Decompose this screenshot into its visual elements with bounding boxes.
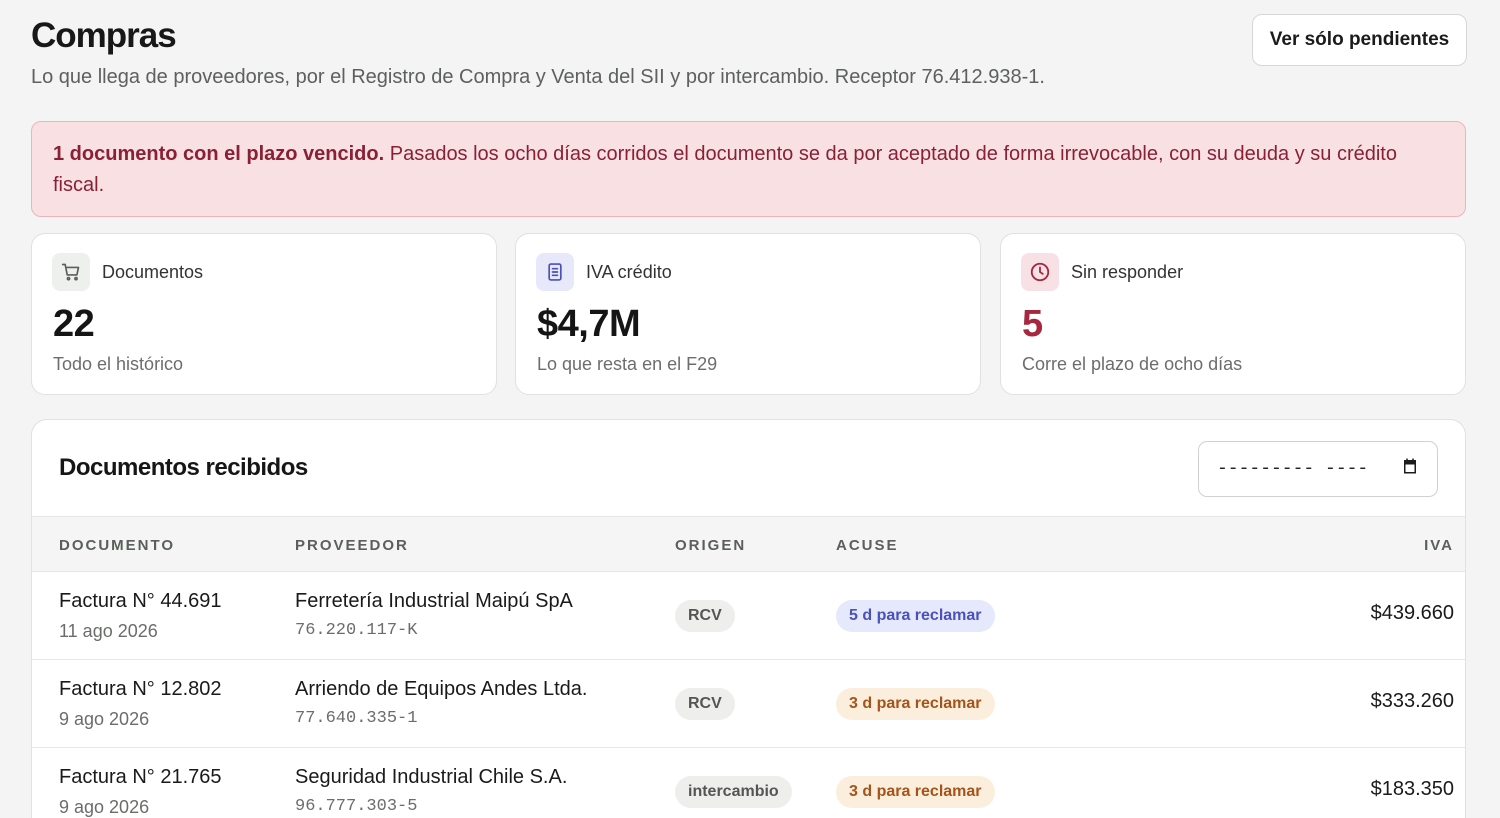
stat-card-pending: Sin responder 5 Corre el plazo de ocho d… [1000, 233, 1466, 395]
iva-amount: $439.660 [1370, 602, 1454, 624]
page-subtitle: Lo que llega de proveedores, por el Regi… [31, 66, 1045, 88]
column-header: IVA [1424, 537, 1454, 554]
origin-badge: RCV [675, 600, 735, 632]
stat-card-documents: Documentos 22 Todo el histórico [31, 233, 497, 395]
stat-value: $4,7M [537, 303, 641, 345]
column-header: PROVEEDOR [295, 537, 409, 554]
table-row[interactable]: Factura N° 44.691 11 ago 2026 Ferretería… [32, 572, 1465, 660]
stat-note: Corre el plazo de ocho días [1022, 354, 1243, 374]
month-filter-input[interactable]: --------- ---- [1198, 441, 1438, 497]
acuse-badge: 3 d para reclamar [836, 688, 995, 720]
received-documents-panel: Documentos recibidos --------- ---- DOCU… [31, 419, 1466, 818]
alert-strong: 1 documento con el plazo vencido. [53, 143, 385, 165]
document-icon [536, 253, 574, 291]
overdue-alert: 1 documento con el plazo vencido. Pasado… [31, 121, 1466, 217]
origin-badge: intercambio [675, 776, 792, 808]
provider-rut: 77.640.335-1 [295, 709, 418, 728]
stat-value: 22 [53, 303, 95, 345]
provider-name: Ferretería Industrial Maipú SpA [295, 590, 573, 612]
panel-title: Documentos recibidos [59, 454, 308, 481]
stat-label: IVA crédito [586, 262, 672, 282]
column-header: ACUSE [836, 537, 899, 554]
document-date: 11 ago 2026 [59, 621, 158, 641]
document-number: Factura N° 44.691 [59, 590, 222, 612]
date-placeholder: --------- ---- [1217, 459, 1369, 479]
table-header: DOCUMENTO PROVEEDOR ORIGEN ACUSE IVA [32, 516, 1465, 572]
page-title: Compras [31, 16, 177, 55]
iva-amount: $333.260 [1370, 690, 1454, 712]
origin-badge: RCV [675, 688, 735, 720]
show-pending-button[interactable]: Ver sólo pendientes [1252, 14, 1467, 66]
calendar-icon[interactable] [1401, 457, 1419, 481]
page-header: Compras Lo que llega de proveedores, por… [31, 14, 1467, 94]
iva-amount: $183.350 [1370, 778, 1454, 800]
document-number: Factura N° 12.802 [59, 678, 222, 700]
table-row[interactable]: Factura N° 12.802 9 ago 2026 Arriendo de… [32, 660, 1465, 748]
clock-icon [1021, 253, 1059, 291]
stat-card-iva: IVA crédito $4,7M Lo que resta en el F29 [515, 233, 981, 395]
stat-label: Documentos [102, 262, 204, 282]
column-header: DOCUMENTO [59, 537, 176, 554]
document-date: 9 ago 2026 [59, 709, 150, 729]
provider-rut: 96.777.303-5 [295, 797, 418, 816]
stat-value: 5 [1022, 303, 1043, 345]
column-header: ORIGEN [675, 537, 747, 554]
stat-note: Todo el histórico [53, 354, 184, 374]
provider-name: Arriendo de Equipos Andes Ltda. [295, 678, 588, 700]
provider-rut: 76.220.117-K [295, 621, 418, 640]
acuse-badge: 3 d para reclamar [836, 776, 995, 808]
provider-name: Seguridad Industrial Chile S.A. [295, 766, 568, 788]
acuse-badge: 5 d para reclamar [836, 600, 995, 632]
document-date: 9 ago 2026 [59, 797, 150, 817]
cart-icon [52, 253, 90, 291]
document-number: Factura N° 21.765 [59, 766, 222, 788]
stat-label: Sin responder [1071, 262, 1184, 282]
table-row[interactable]: Factura N° 21.765 9 ago 2026 Seguridad I… [32, 748, 1465, 818]
stat-note: Lo que resta en el F29 [537, 354, 718, 374]
